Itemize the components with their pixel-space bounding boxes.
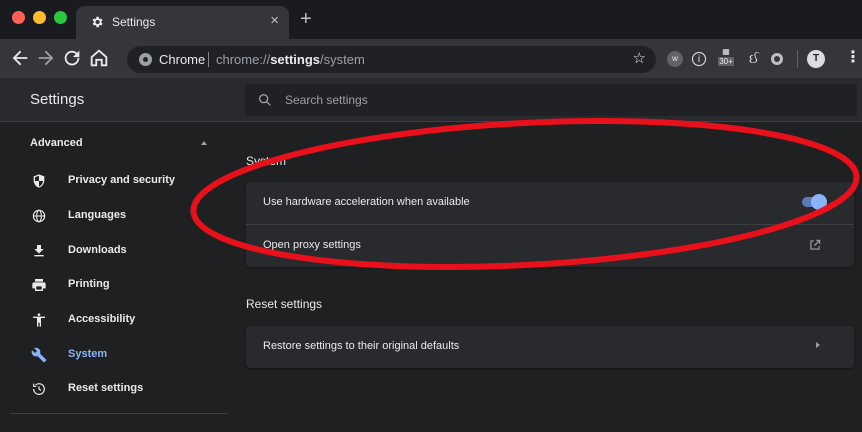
reload-icon[interactable] [61, 47, 83, 69]
extension-bird-icon[interactable]: ઈ [746, 51, 762, 67]
sidebar-item-languages[interactable]: Languages [0, 202, 228, 230]
globe-icon [32, 209, 46, 223]
url-text: chrome://settings/system [216, 52, 365, 67]
tab-close-button[interactable]: × [270, 12, 279, 29]
sidebar-item-label: Reset settings [68, 382, 144, 394]
omnibox-divider [208, 52, 209, 67]
restore-defaults-row[interactable]: Restore settings to their original defau… [246, 326, 854, 368]
sidebar-item-label: System [68, 348, 108, 360]
accessibility-icon [33, 313, 45, 327]
close-window-button[interactable] [12, 11, 25, 24]
extension-counter-icon[interactable]: ▦ 30+ [716, 47, 736, 69]
search-placeholder: Search settings [285, 93, 368, 107]
maximize-window-button[interactable] [54, 11, 67, 24]
gear-icon [92, 16, 103, 28]
home-icon[interactable] [88, 47, 110, 69]
site-chip: Chrome [159, 52, 206, 67]
bookmark-star-icon[interactable]: ☆ [633, 49, 646, 67]
sidebar-item-label: Downloads [68, 244, 127, 256]
search-icon [259, 94, 271, 106]
sidebar-item-label: Accessibility [68, 313, 136, 325]
sidebar-item-label: Languages [68, 209, 127, 221]
extension-w-icon[interactable]: w [667, 51, 683, 67]
sidebar-item-system[interactable]: System [0, 341, 228, 369]
minimize-window-button[interactable] [33, 11, 46, 24]
sidebar-item-label: Printing [68, 278, 110, 290]
restore-defaults-label: Restore settings to their original defau… [263, 340, 460, 352]
sidebar-item-privacy[interactable]: Privacy and security [0, 167, 228, 195]
forward-arrow-icon[interactable] [35, 47, 57, 69]
tab-settings[interactable]: Settings × [76, 6, 289, 39]
chrome-logo-icon [139, 53, 152, 66]
download-icon [34, 245, 44, 257]
search-input[interactable]: Search settings [245, 84, 857, 116]
toggle-knob [811, 194, 827, 210]
back-arrow-icon[interactable] [9, 47, 31, 69]
external-link-icon[interactable] [808, 238, 822, 252]
extension-circle-icon[interactable] [771, 53, 783, 65]
sidebar-item-label: Privacy and security [68, 174, 176, 186]
new-tab-button[interactable]: + [300, 8, 312, 31]
address-bar[interactable]: Chrome chrome://settings/system ☆ [127, 46, 656, 73]
page-title: Settings [30, 91, 85, 108]
history-icon [33, 383, 45, 395]
chevron-right-icon [816, 342, 820, 348]
hardware-acceleration-toggle[interactable] [802, 194, 827, 210]
settings-header: Settings Search settings [0, 78, 862, 122]
extension-info-icon[interactable]: i [692, 52, 706, 66]
section-title-system: System [246, 154, 287, 168]
tab-title: Settings [112, 15, 156, 29]
hardware-acceleration-row[interactable]: Use hardware acceleration when available [246, 182, 854, 224]
hardware-acceleration-label: Use hardware acceleration when available [263, 196, 470, 208]
wrench-icon [31, 347, 47, 363]
proxy-settings-row[interactable]: Open proxy settings [246, 225, 854, 267]
tab-strip: Settings × + [0, 0, 862, 39]
bottom-strip [0, 414, 862, 432]
sidebar-item-accessibility[interactable]: Accessibility [0, 306, 228, 334]
toolbar-divider [797, 50, 798, 68]
system-card: Use hardware acceleration when available… [246, 182, 854, 267]
more-menu-icon[interactable]: ⋮ [845, 47, 861, 67]
profile-avatar[interactable]: T [807, 50, 825, 68]
proxy-settings-label: Open proxy settings [263, 239, 361, 251]
sidebar-item-printing[interactable]: Printing [0, 271, 228, 299]
shield-icon [33, 174, 45, 188]
caret-up-icon[interactable] [201, 141, 207, 145]
printer-icon [32, 279, 46, 291]
sidebar-item-downloads[interactable]: Downloads [0, 237, 228, 265]
reset-card: Restore settings to their original defau… [246, 326, 854, 368]
sidebar: Advanced Privacy and security Languages … [0, 123, 228, 413]
sidebar-section-advanced[interactable]: Advanced [30, 137, 83, 149]
sidebar-item-reset[interactable]: Reset settings [0, 375, 228, 403]
section-title-reset: Reset settings [246, 297, 323, 311]
